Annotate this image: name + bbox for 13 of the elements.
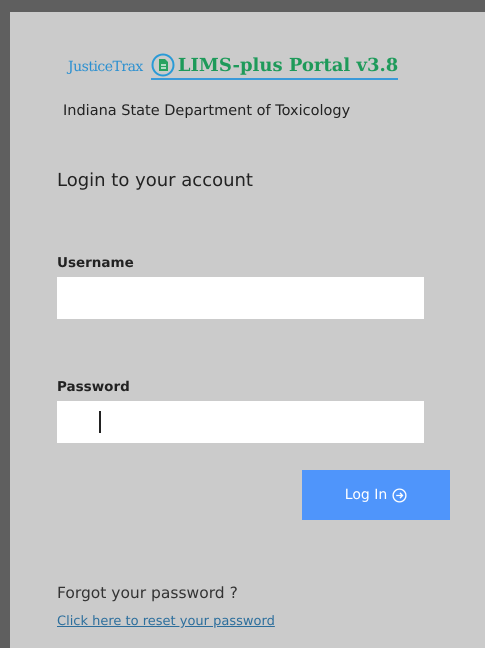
forgot-password-text: Forgot your password ?: [57, 584, 239, 602]
portal-title: LIMS-plus Portal v3.8: [150, 53, 398, 80]
field-label: Username: [57, 255, 135, 271]
arrow-circle-icon: [392, 488, 408, 502]
document-icon: [150, 53, 175, 77]
reset-password-link[interactable]: Click here to reset your password: [57, 614, 275, 629]
organization-name: Indiana State Department of Toxicology: [63, 103, 352, 119]
login-heading: Login to your account: [57, 170, 254, 191]
logo-text: JusticeTrax: [68, 58, 143, 74]
field-label: Password: [57, 379, 131, 395]
log-in-button[interactable]: Log In: [302, 470, 450, 520]
input-field[interactable]: [57, 277, 424, 319]
input-field[interactable]: [57, 401, 424, 443]
